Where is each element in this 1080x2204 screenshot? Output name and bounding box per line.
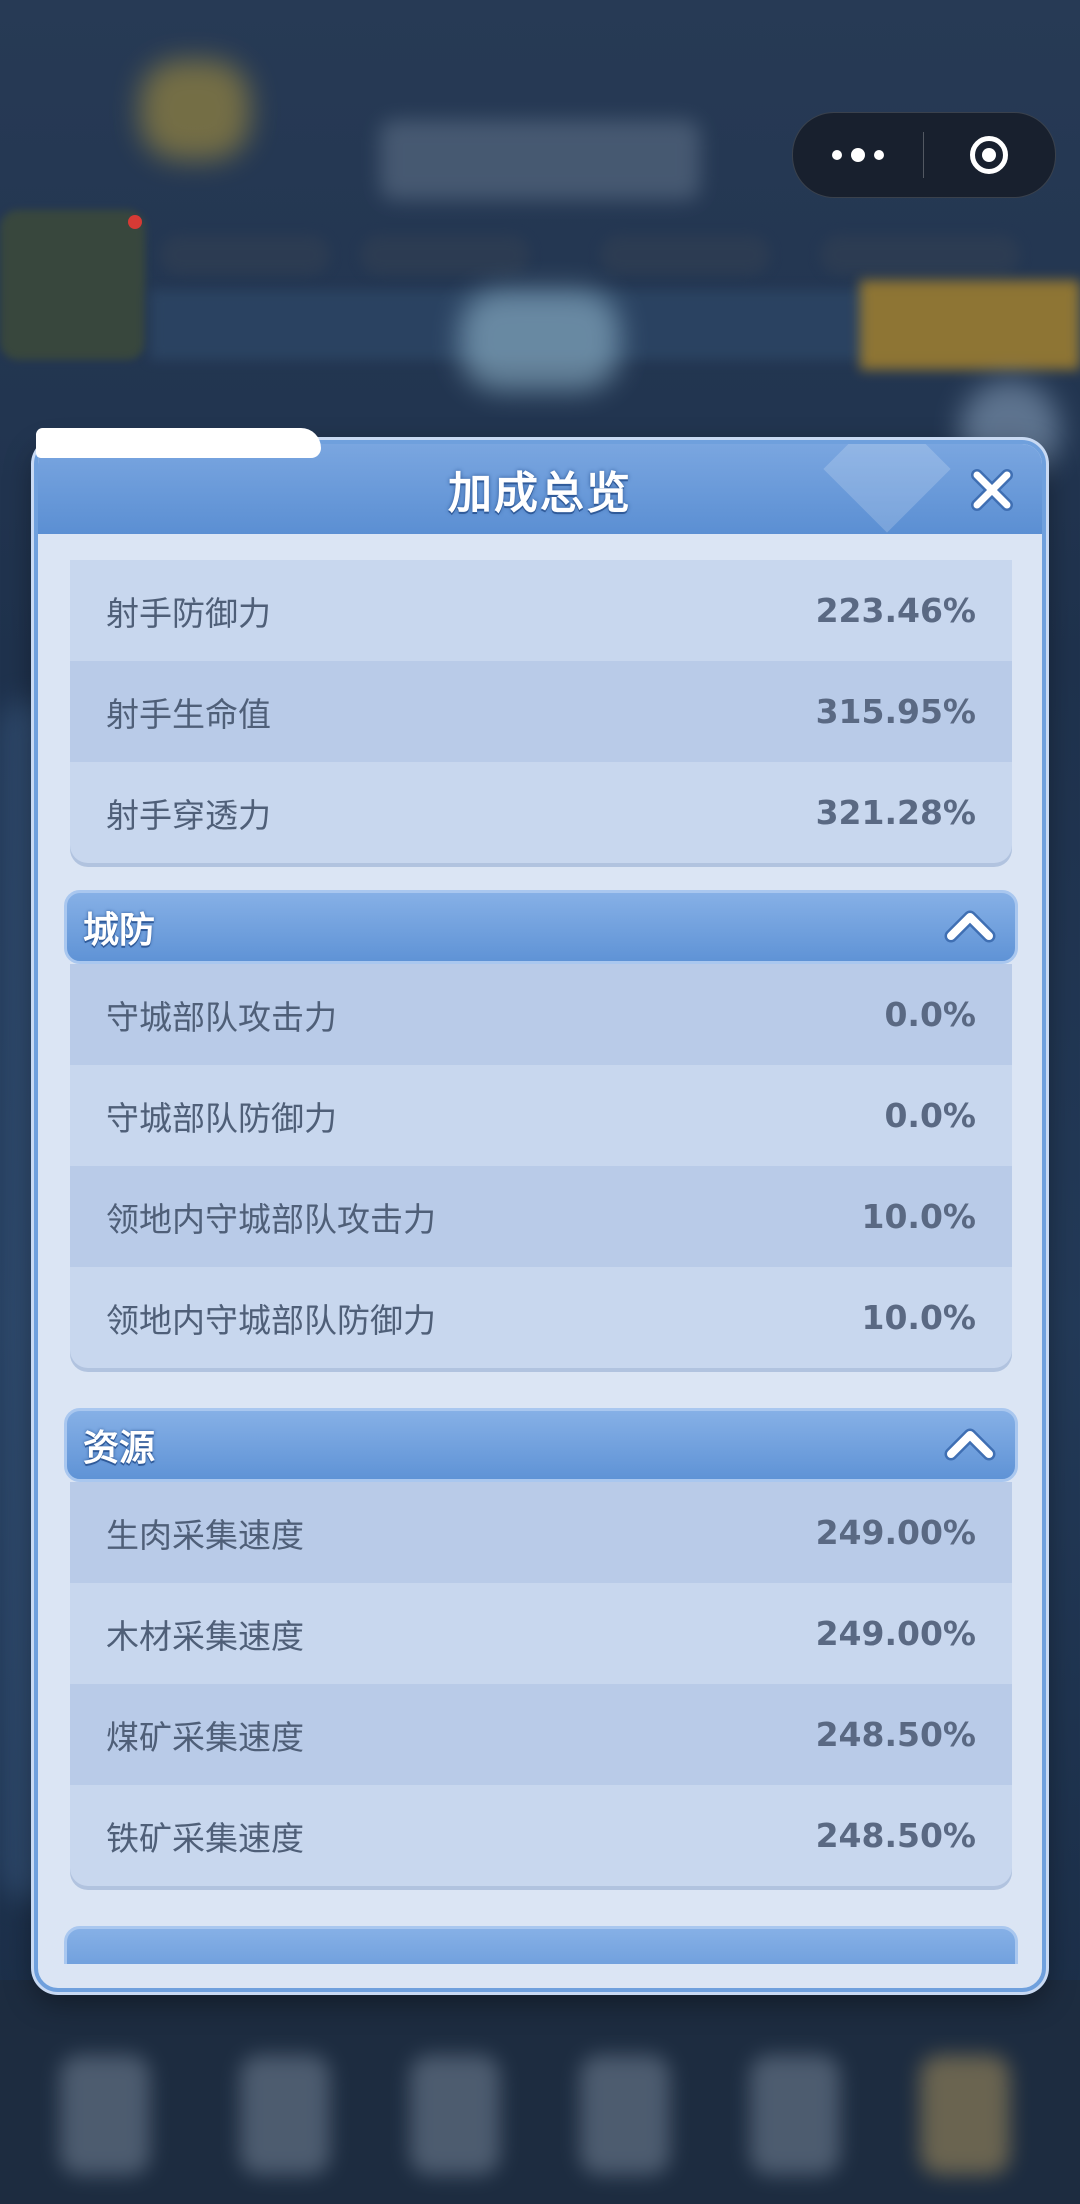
list-item: 铁矿采集速度 248.50% [70, 1785, 1012, 1886]
bonus-value: 249.00% [815, 1513, 976, 1552]
section-header-partial[interactable] [64, 1926, 1018, 1964]
list-item: 领地内守城部队攻击力 10.0% [70, 1166, 1012, 1267]
close-icon [971, 469, 1013, 511]
chevron-up-icon[interactable] [943, 1423, 997, 1467]
section-header-city-defense[interactable]: 城防 [64, 890, 1018, 964]
background-red-dot [128, 215, 142, 229]
background-nav-5 [750, 2055, 840, 2175]
section-title: 城防 [83, 910, 156, 951]
bonus-label: 生肉采集速度 [106, 1515, 304, 1555]
list-item: 射手防御力 223.46% [70, 560, 1012, 661]
section-card-resources: 生肉采集速度 249.00% 木材采集速度 249.00% 煤矿采集速度 248… [70, 1482, 1012, 1886]
bonus-value: 223.46% [815, 591, 976, 630]
background-resource-2 [360, 235, 530, 275]
list-item: 射手生命值 315.95% [70, 661, 1012, 762]
background-nav-3 [410, 2055, 500, 2175]
background-title-blur [380, 120, 700, 200]
background-resource-1 [160, 235, 330, 275]
bonus-label: 木材采集速度 [106, 1616, 304, 1656]
target-circle-icon[interactable] [924, 113, 1054, 197]
bonus-label: 射手生命值 [106, 694, 271, 734]
bonus-label: 煤矿采集速度 [106, 1717, 304, 1757]
background-avatar [0, 210, 145, 360]
section-header-resources[interactable]: 资源 [64, 1408, 1018, 1482]
background-nav-4 [580, 2055, 670, 2175]
list-item: 生肉采集速度 249.00% [70, 1482, 1012, 1583]
background-nav-6 [920, 2055, 1010, 2175]
more-dots-icon[interactable] [793, 113, 923, 197]
bonus-value: 10.0% [861, 1197, 977, 1236]
bonus-label: 守城部队攻击力 [106, 997, 337, 1037]
bonus-value: 10.0% [861, 1298, 977, 1337]
modal-title: 加成总览 [448, 468, 632, 519]
bonus-value: 249.00% [815, 1614, 976, 1653]
bonus-label: 铁矿采集速度 [106, 1818, 304, 1858]
chevron-up-icon[interactable] [943, 905, 997, 949]
bonus-overview-modal: 加成总览 射手防御力 223.46% 射手生命值 315.95% 射手穿透力 3… [34, 440, 1046, 1992]
section-card-archer: 射手防御力 223.46% 射手生命值 315.95% 射手穿透力 321.28… [70, 560, 1012, 863]
bonus-label: 守城部队防御力 [106, 1098, 337, 1138]
list-item: 领地内守城部队防御力 10.0% [70, 1267, 1012, 1368]
background-event-banner [860, 280, 1080, 370]
bonus-value: 0.0% [884, 995, 976, 1034]
background-bottom-bar [0, 1980, 1080, 2204]
section-card-city-defense: 守城部队攻击力 0.0% 守城部队防御力 0.0% 领地内守城部队攻击力 10.… [70, 964, 1012, 1368]
bonus-value: 248.50% [815, 1715, 976, 1754]
background-nav-1 [60, 2055, 150, 2175]
close-button[interactable] [964, 462, 1020, 518]
list-item: 射手穿透力 321.28% [70, 762, 1012, 863]
bonus-label: 领地内守城部队防御力 [106, 1300, 436, 1340]
header-decoration [823, 444, 951, 533]
bonus-value: 0.0% [884, 1096, 976, 1135]
list-item: 煤矿采集速度 248.50% [70, 1684, 1012, 1785]
bonus-value: 248.50% [815, 1816, 976, 1855]
bonus-label: 射手防御力 [106, 593, 271, 633]
list-item: 木材采集速度 249.00% [70, 1583, 1012, 1684]
bonus-value: 321.28% [815, 793, 976, 832]
list-item: 守城部队攻击力 0.0% [70, 964, 1012, 1065]
snow-decoration [36, 428, 321, 458]
background-logo-blur [140, 60, 250, 160]
list-item: 守城部队防御力 0.0% [70, 1065, 1012, 1166]
background-resource-4 [820, 235, 1020, 275]
bonus-label: 领地内守城部队攻击力 [106, 1199, 436, 1239]
background-resource-3 [600, 235, 770, 275]
miniprogram-capsule [792, 112, 1056, 198]
background-nav-2 [240, 2055, 330, 2175]
bonus-value: 315.95% [815, 692, 976, 731]
bonus-label: 射手穿透力 [106, 795, 271, 835]
section-title: 资源 [83, 1428, 156, 1469]
background-banner-blur [460, 290, 620, 390]
bonus-list[interactable]: 射手防御力 223.46% 射手生命值 315.95% 射手穿透力 321.28… [38, 534, 1042, 1964]
